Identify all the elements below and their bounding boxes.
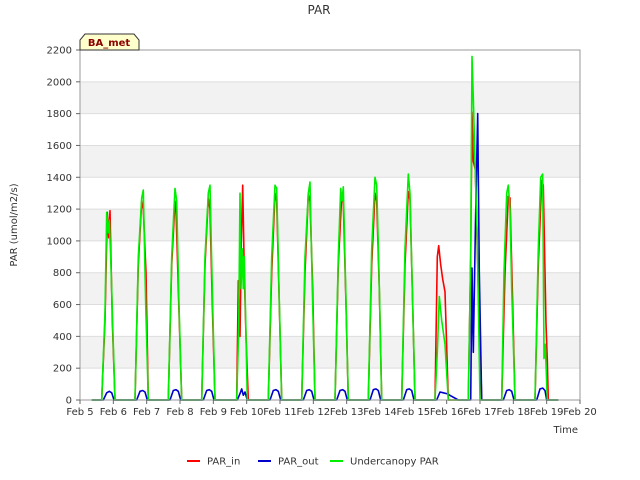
y-tick-label: 2200 <box>47 46 72 57</box>
legend-item: PAR_in <box>187 457 240 468</box>
legend: PAR_in PAR_out Undercanopy PAR <box>187 457 439 468</box>
y-tick-label: 2000 <box>47 77 72 88</box>
y-tick-label: 1400 <box>47 173 72 184</box>
badge: BA_met <box>79 33 140 51</box>
x-tick-label: Feb 12 <box>297 407 331 418</box>
y-tick-label: 1200 <box>47 205 72 216</box>
y-tick-label: 1600 <box>47 141 72 152</box>
x-tick-label: Feb 10 <box>230 407 264 418</box>
legend-label: Undercanopy PAR <box>350 457 439 468</box>
y-tick-label: 800 <box>53 268 72 279</box>
legend-label: PAR_in <box>207 457 240 468</box>
x-tick-label: Feb 11 <box>263 407 297 418</box>
par-chart: PAR Feb 5 Feb 6 Feb 7 Feb 8 Feb 9 Feb 10 Feb 1… <box>9 3 597 468</box>
x-tick-label: Feb 9 <box>200 407 227 418</box>
x-tick-label: Feb 8 <box>166 407 193 418</box>
y-tick-label: 400 <box>53 332 72 343</box>
y-axis-label: PAR (umol/m2/s) <box>9 183 20 266</box>
chart-title: PAR <box>307 3 330 17</box>
y-tick-label: 200 <box>53 364 72 375</box>
x-tick-label: Feb 19 <box>530 407 564 418</box>
background-band <box>80 145 580 178</box>
x-tick-label: Feb 7 <box>133 407 160 418</box>
y-tick-label: 1800 <box>47 109 72 120</box>
y-tick-label: 0 <box>66 396 72 407</box>
x-tick-label: Feb 18 <box>497 407 531 418</box>
x-tick-label: Feb 17 <box>463 407 497 418</box>
x-tick-label: Feb 16 <box>430 407 464 418</box>
background-band <box>80 81 580 114</box>
x-tick-label: Feb 5 <box>66 407 93 418</box>
x-axis: Feb 5 Feb 6 Feb 7 Feb 8 Feb 9 Feb 10 Feb 11 Feb… <box>66 400 597 418</box>
background-band <box>80 336 580 369</box>
x-tick-label: Feb 15 <box>397 407 431 418</box>
legend-item: Undercanopy PAR <box>330 457 439 468</box>
y-axis: 0 200 400 600 800 1000 1200 1400 1600 1800 2000 220… <box>47 46 80 407</box>
legend-item: PAR_out <box>258 457 319 468</box>
legend-label: PAR_out <box>278 457 319 468</box>
x-tick-label: Feb 14 <box>363 407 397 418</box>
x-axis-label: Time <box>553 425 578 436</box>
x-tick-label: Feb 13 <box>330 407 364 418</box>
x-tick-label: Feb 6 <box>100 407 127 418</box>
badge-label: BA_met <box>88 38 131 49</box>
y-tick-label: 1000 <box>47 236 72 247</box>
y-tick-label: 600 <box>53 300 72 311</box>
x-tick-label: Feb 20 <box>563 407 597 418</box>
